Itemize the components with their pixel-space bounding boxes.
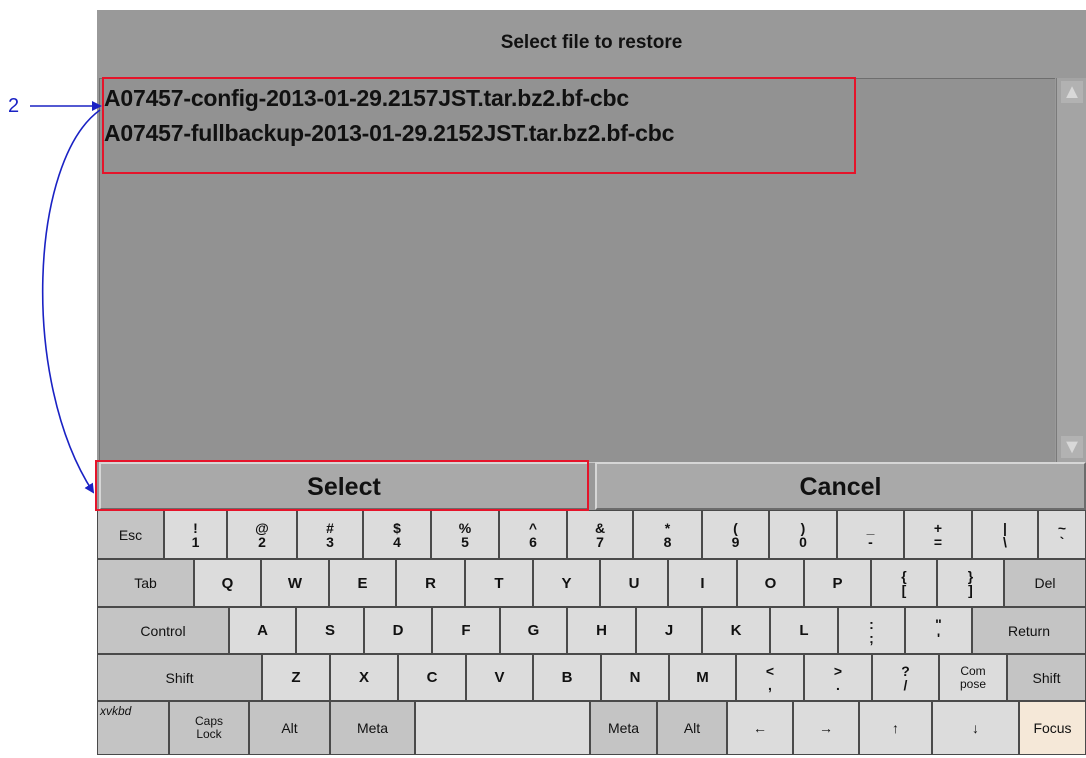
arrow-to-select-button [41,109,101,494]
annotation-arrows [30,101,102,494]
